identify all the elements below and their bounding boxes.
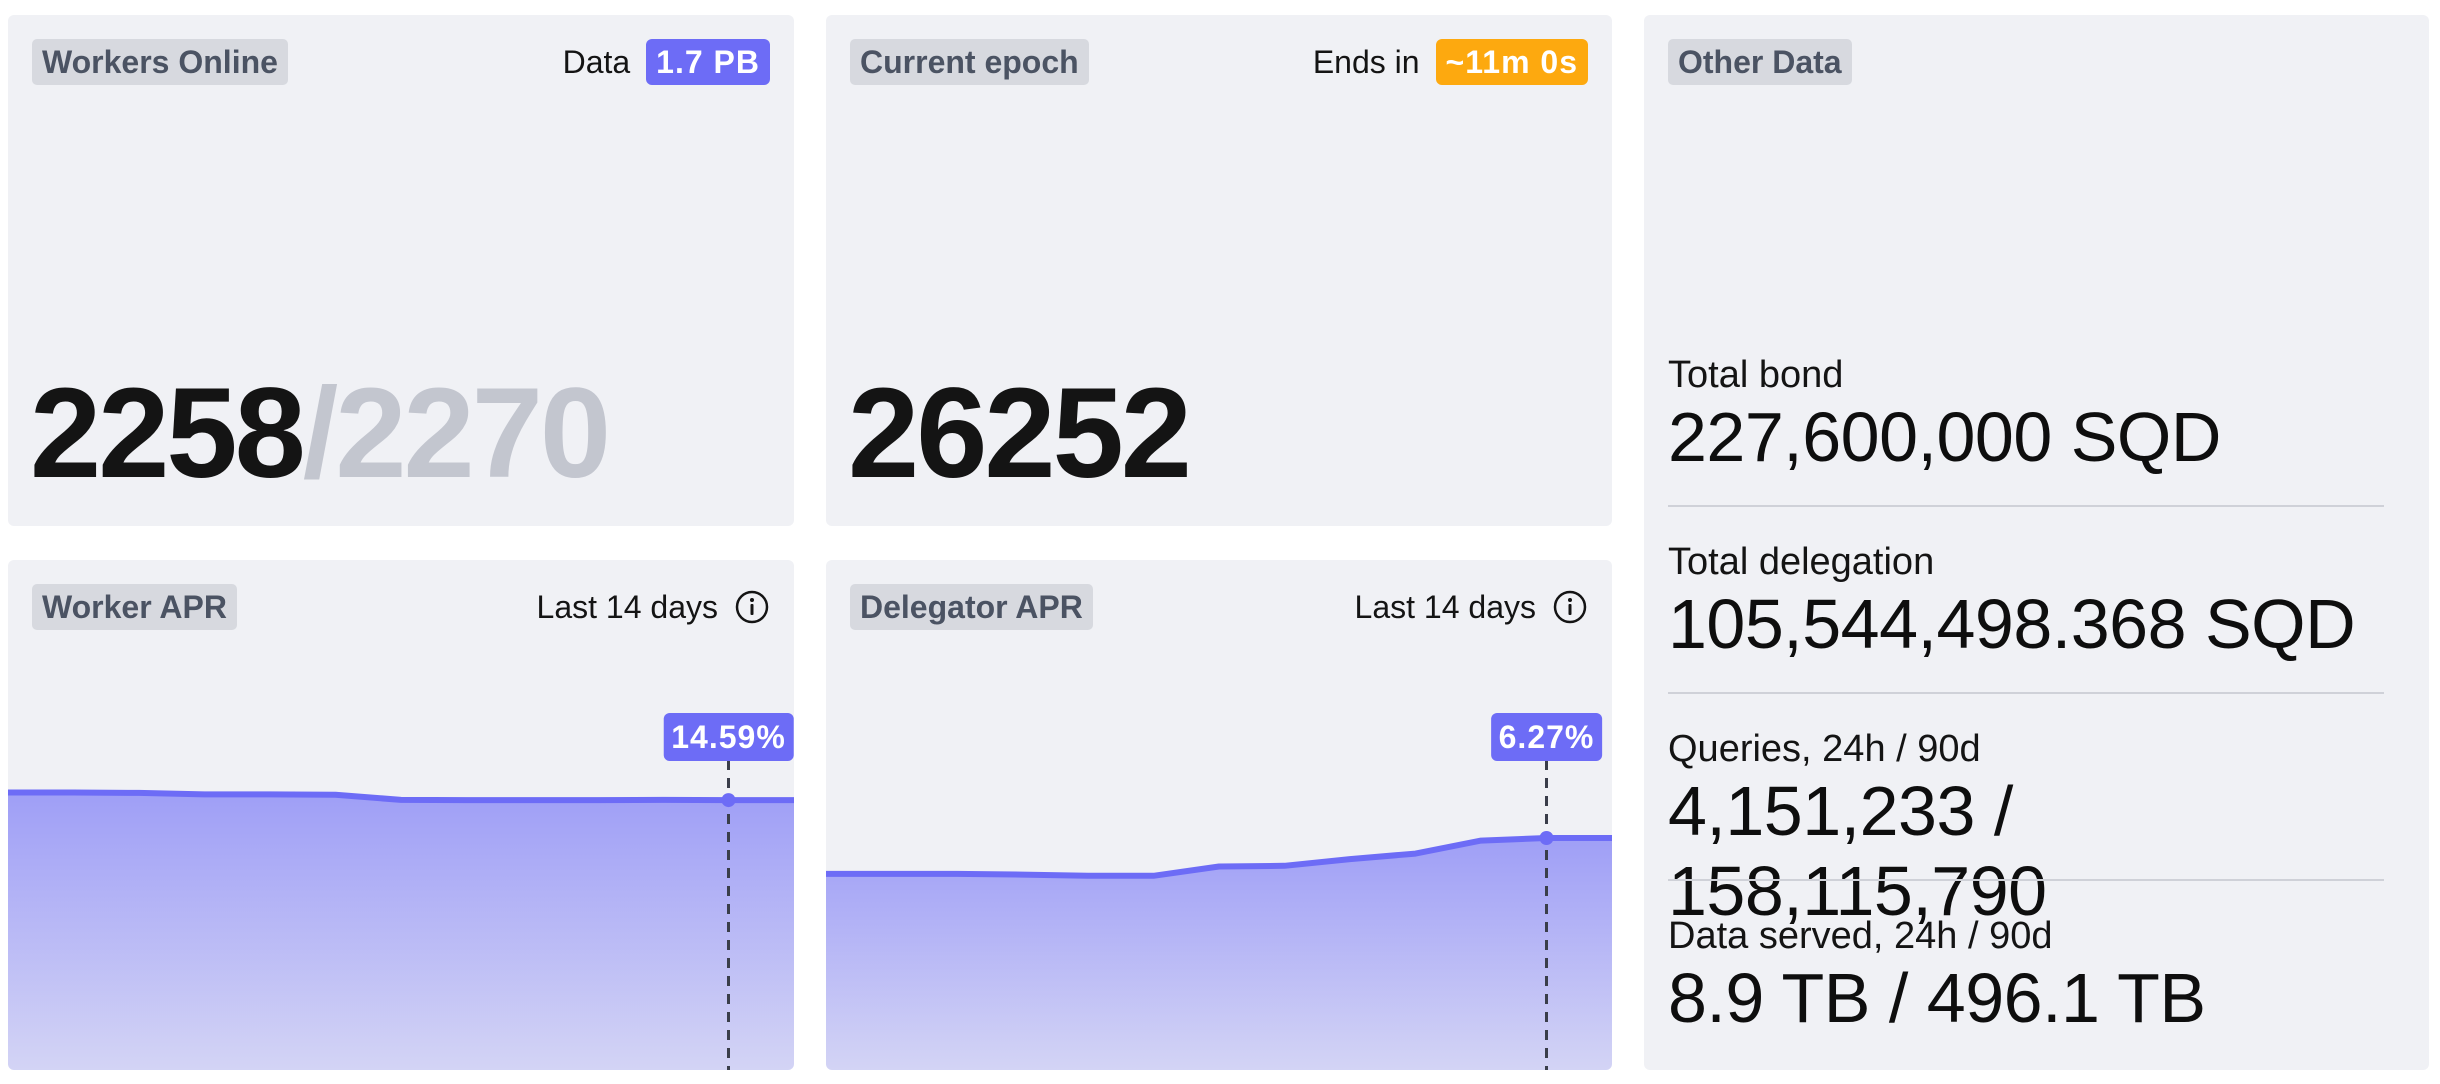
data-size-indicator: Data 1.7 PB	[563, 39, 770, 85]
divider	[1668, 692, 2384, 694]
data-size-badge: 1.7 PB	[646, 39, 770, 85]
highlight-point[interactable]	[1539, 831, 1554, 846]
range-label: Last 14 days	[1354, 588, 1536, 625]
range-selector[interactable]: Last 14 days	[537, 584, 770, 630]
stat-value: 8.9 TB / 496.1 TB	[1668, 959, 2206, 1037]
data-label: Data	[562, 43, 631, 80]
ends-in-label: Ends in	[1312, 43, 1420, 80]
chart-area	[8, 792, 794, 1070]
queries-stat: Queries, 24h / 90d 4,151,233 / 158,115,7…	[1668, 727, 2384, 931]
stat-label: Queries, 24h / 90d	[1668, 728, 1981, 770]
apr-tooltip: 14.59%	[663, 713, 794, 761]
range-selector[interactable]: Last 14 days	[1355, 584, 1588, 630]
workers-count: 2258/2270	[30, 370, 611, 498]
stat-label: Total bond	[1668, 354, 1844, 396]
workers-total-count: /2270	[302, 362, 611, 505]
total-delegation-stat: Total delegation 105,544,498.368 SQD	[1668, 540, 2384, 664]
total-bond-stat: Total bond 227,600,000 SQD	[1668, 353, 2384, 477]
stat-label: Data served, 24h / 90d	[1668, 915, 2053, 957]
workers-online-count: 2258	[30, 362, 306, 505]
highlight-point[interactable]	[721, 793, 736, 808]
stat-value: 227,600,000 SQD	[1668, 398, 2221, 476]
epoch-number: 26252	[848, 362, 1192, 505]
info-icon[interactable]	[734, 589, 770, 625]
stat-label: Total delegation	[1668, 541, 1935, 583]
worker-apr-chart	[8, 760, 794, 1070]
divider	[1668, 505, 2384, 507]
info-icon[interactable]	[1552, 589, 1588, 625]
worker-apr-tag: Worker APR	[32, 584, 237, 630]
other-data-card: Other Data Total bond 227,600,000 SQD To…	[1644, 15, 2429, 1070]
epoch-countdown-badge: ~11m 0s	[1435, 39, 1588, 85]
epoch-ends-indicator: Ends in ~11m 0s	[1313, 39, 1588, 85]
workers-online-card: Workers Online Data 1.7 PB 2258/2270	[8, 15, 794, 526]
apr-tooltip: 6.27%	[1490, 713, 1603, 761]
workers-online-tag: Workers Online	[32, 39, 288, 85]
current-epoch-card: Current epoch Ends in ~11m 0s 26252	[826, 15, 1612, 526]
range-label: Last 14 days	[536, 588, 718, 625]
delegator-apr-card: Delegator APR Last 14 days 6.27%	[826, 560, 1612, 1070]
stat-value: 105,544,498.368 SQD	[1668, 585, 2356, 663]
current-epoch-tag: Current epoch	[850, 39, 1089, 85]
delegator-apr-chart	[826, 760, 1612, 1070]
data-served-stat: Data served, 24h / 90d 8.9 TB / 496.1 TB	[1668, 914, 2384, 1038]
delegator-apr-tag: Delegator APR	[850, 584, 1093, 630]
stat-value: 4,151,233 / 158,115,790	[1668, 772, 2047, 930]
divider	[1668, 879, 2384, 881]
worker-apr-card: Worker APR Last 14 days 14.59%	[8, 560, 794, 1070]
other-data-tag: Other Data	[1668, 39, 1852, 85]
